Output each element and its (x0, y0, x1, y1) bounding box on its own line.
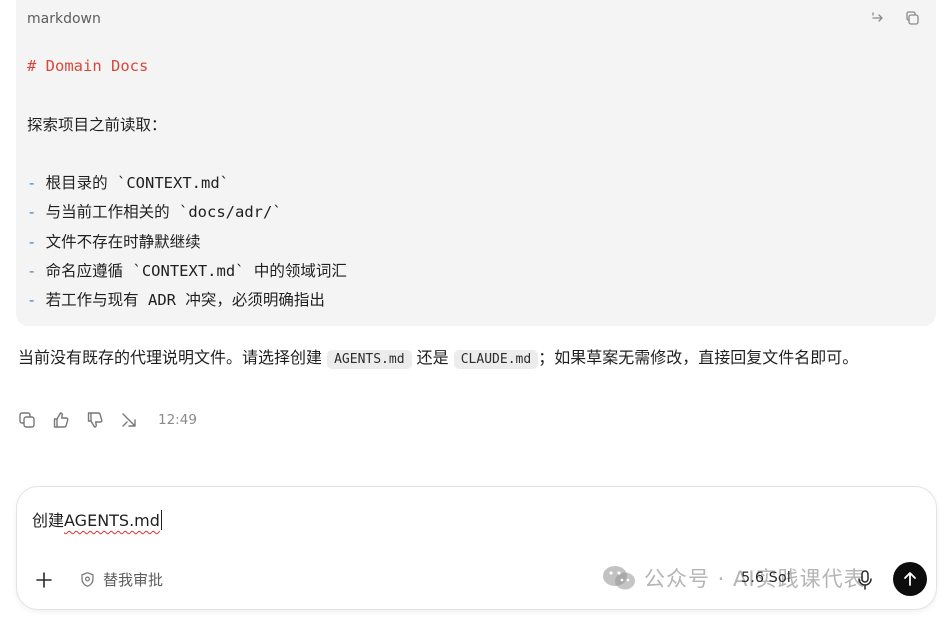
arrow-up-icon (904, 572, 916, 586)
code-line-text: 命名应遵循 `CONTEXT.md` 中的领域词汇 (36, 262, 347, 281)
code-line: - 与当前工作相关的 `docs/adr/` (27, 198, 347, 227)
message-actions: 12:49 (18, 408, 197, 432)
bullet-marker: - (27, 232, 37, 251)
model-label: 5.6 Sol (741, 570, 791, 586)
microphone-icon[interactable] (855, 569, 875, 591)
thumbs-down-icon[interactable] (86, 411, 104, 429)
composer-toolbar: 替我审批 公众号 · AI实践课代表 5.6 Sol (17, 562, 936, 598)
watermark: 公众号 · AI实践课代表 (602, 563, 866, 593)
code-block: markdown # Domain Docs 探索项目之前读取： - 根目录的 `C… (16, 0, 936, 326)
code-language-label: markdown (27, 11, 101, 27)
code-line: # Domain Docs (27, 57, 149, 75)
bullet-marker: - (27, 262, 37, 281)
send-button[interactable] (893, 562, 927, 596)
message-input[interactable]: 创建AGENTS.md (32, 507, 162, 531)
code-line-text: 与当前工作相关的 `docs/adr/` (36, 203, 282, 222)
copy-icon[interactable] (18, 411, 36, 429)
wechat-icon (603, 566, 635, 590)
model-selector[interactable]: 5.6 Sol (741, 570, 791, 586)
composer: 创建AGENTS.md 替我审批 公众号 · AI实践课代表 5.6 Sol (16, 486, 937, 610)
plus-icon[interactable] (34, 570, 54, 590)
input-text: 创建 (32, 511, 65, 530)
code-line: - 命名应遵循 `CONTEXT.md` 中的领域词汇 (27, 257, 347, 286)
share-icon[interactable] (120, 411, 138, 429)
code-line: 探索项目之前读取： (27, 115, 167, 134)
code-line: - 根目录的 `CONTEXT.md` (27, 169, 347, 198)
thumbs-up-icon[interactable] (52, 411, 70, 429)
code-actions (870, 10, 920, 26)
bullet-marker: - (27, 174, 37, 193)
code-content: # Domain Docs 探索项目之前读取： - 根目录的 `CONTEXT.md… (27, 52, 347, 316)
apply-icon[interactable] (870, 10, 886, 26)
code-line-text: 文件不存在时静默继续 (36, 232, 201, 251)
code-line-text: 若工作与现有 ADR 冲突，必须明确指出 (36, 291, 325, 310)
inline-code: AGENTS.md (327, 350, 412, 369)
auto-approve-toggle[interactable]: 替我审批 (79, 569, 163, 590)
assistant-message: 当前没有既存的代理说明文件。请选择创建 AGENTS.md 还是 CLAUDE.… (18, 343, 918, 374)
shield-icon (81, 572, 94, 587)
code-line: - 文件不存在时静默继续 (27, 228, 347, 257)
message-text: ；如果草案无需修改，直接回复文件名即可。 (538, 348, 859, 367)
message-timestamp: 12:49 (158, 412, 197, 428)
inline-code: CLAUDE.md (453, 350, 539, 369)
code-line-text: 根目录的 `CONTEXT.md` (36, 174, 229, 193)
input-text-misspelled: AGENTS.md (64, 511, 160, 530)
copy-code-icon[interactable] (904, 10, 920, 26)
code-line: - 若工作与现有 ADR 冲突，必须明确指出 (27, 286, 347, 315)
auto-approve-label: 替我审批 (103, 571, 164, 589)
bullet-marker: - (27, 203, 37, 222)
bullet-marker: - (27, 291, 37, 310)
message-text: 当前没有既存的代理说明文件。请选择创建 (18, 348, 328, 367)
text-caret (160, 510, 162, 530)
message-text: 还是 (411, 348, 454, 367)
